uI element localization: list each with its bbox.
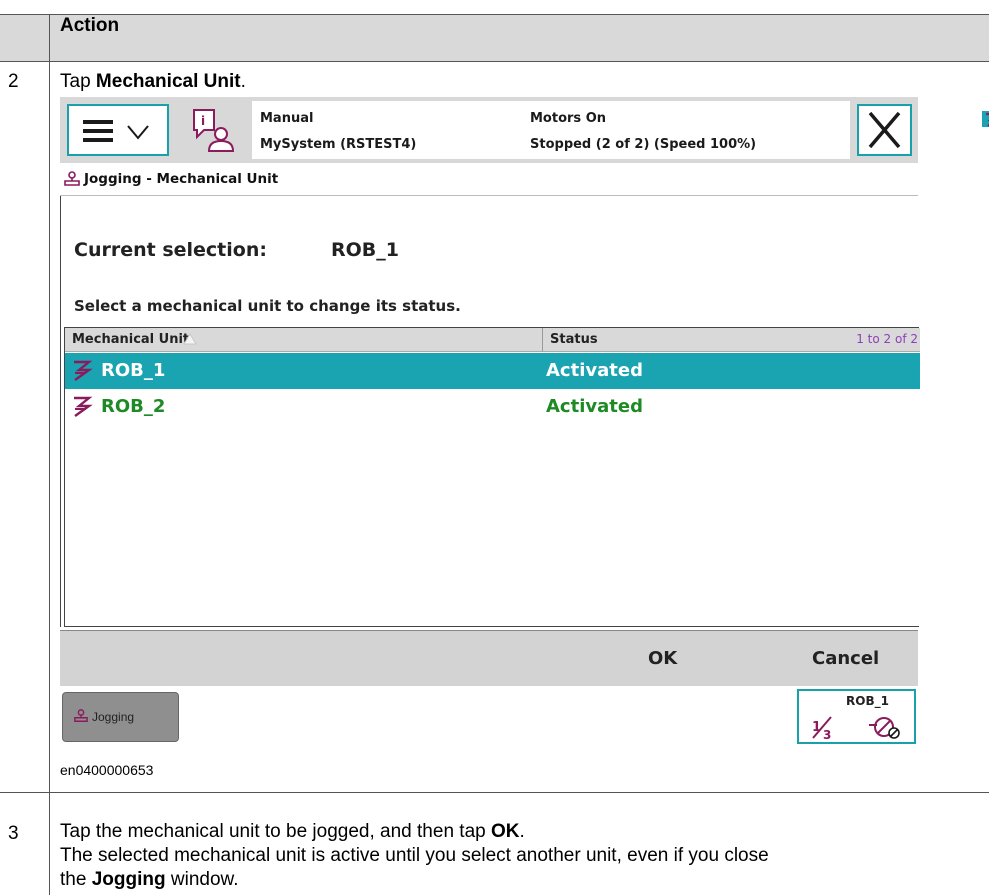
window-title-bar: Jogging - Mechanical Unit	[60, 163, 918, 196]
jogging-icon	[74, 709, 88, 722]
svg-text:3: 3	[823, 728, 831, 742]
ok-button[interactable]: OK	[648, 648, 677, 669]
event-log-icon[interactable]: i	[191, 107, 235, 153]
quickset-button[interactable]: ROB_1 1 3	[797, 689, 916, 744]
unit-name: ROB_1	[101, 360, 166, 381]
action-column-header: Action	[60, 15, 120, 36]
sort-ascending-icon	[183, 333, 197, 345]
command-bar: OK Cancel	[60, 630, 918, 687]
column-divider	[49, 14, 50, 895]
step-number: 3	[8, 823, 19, 844]
robot-status-icon	[982, 111, 989, 127]
system-name: MySystem (RSTEST4)	[260, 137, 417, 152]
step-2-text: Tap Mechanical Unit.	[60, 71, 246, 92]
table-row[interactable]: ROB_2 Activated	[65, 389, 920, 425]
status-bar[interactable]: Manual MySystem (RSTEST4) Motors On Stop…	[252, 101, 989, 159]
robot-unit-icon	[74, 360, 93, 381]
current-selection-label: Current selection:	[74, 239, 267, 261]
mechanical-unit-table: Mechanical Unit Status 1 to 2 of 2 ROB_1	[64, 327, 920, 627]
column-header-status[interactable]: Status 1 to 2 of 2	[543, 328, 920, 352]
table-header-row	[0, 14, 989, 62]
flexpendant-screen: i Manual MySystem (RSTEST4) Motors On St…	[60, 97, 989, 747]
step-number: 2	[8, 71, 19, 92]
jogging-icon	[64, 171, 80, 186]
window-title: Jogging - Mechanical Unit	[84, 171, 279, 187]
close-button[interactable]	[857, 104, 912, 156]
hamburger-icon	[83, 120, 113, 142]
robot-unit-icon	[74, 396, 93, 417]
figure-caption: en0400000653	[60, 762, 154, 778]
main-menu-button[interactable]	[67, 104, 169, 156]
unit-name: ROB_2	[101, 396, 166, 417]
row-count: 1 to 2 of 2	[856, 332, 918, 346]
column-header-mechanical-unit[interactable]: Mechanical Unit	[65, 328, 543, 352]
row-divider	[0, 792, 989, 793]
main-content: Current selection: ROB_1 Select a mechan…	[60, 196, 920, 627]
cancel-button[interactable]: Cancel	[812, 648, 879, 669]
program-state: Stopped (2 of 2) (Speed 100%)	[530, 137, 757, 152]
operating-mode: Manual	[260, 111, 314, 126]
step-3-text: Tap the mechanical unit to be jogged, an…	[60, 821, 769, 890]
current-selection-value: ROB_1	[331, 239, 399, 261]
close-icon	[868, 111, 901, 149]
taskbar: Jogging ROB_1 1 3	[60, 686, 918, 747]
instruction-text: Select a mechanical unit to change its s…	[74, 297, 461, 315]
document-table: Action 2 Tap Mechanical Unit. i Manual M…	[0, 0, 989, 895]
chevron-down-icon	[127, 125, 149, 140]
table-row[interactable]: ROB_1 Activated	[65, 353, 920, 389]
motors-state: Motors On	[530, 111, 606, 126]
top-bar: i Manual MySystem (RSTEST4) Motors On St…	[60, 97, 989, 163]
jogging-task-button[interactable]: Jogging	[62, 692, 179, 742]
quickset-unit: ROB_1	[846, 694, 889, 708]
unit-status: Activated	[546, 396, 643, 417]
unit-status: Activated	[546, 360, 643, 381]
svg-text:i: i	[201, 114, 205, 128]
